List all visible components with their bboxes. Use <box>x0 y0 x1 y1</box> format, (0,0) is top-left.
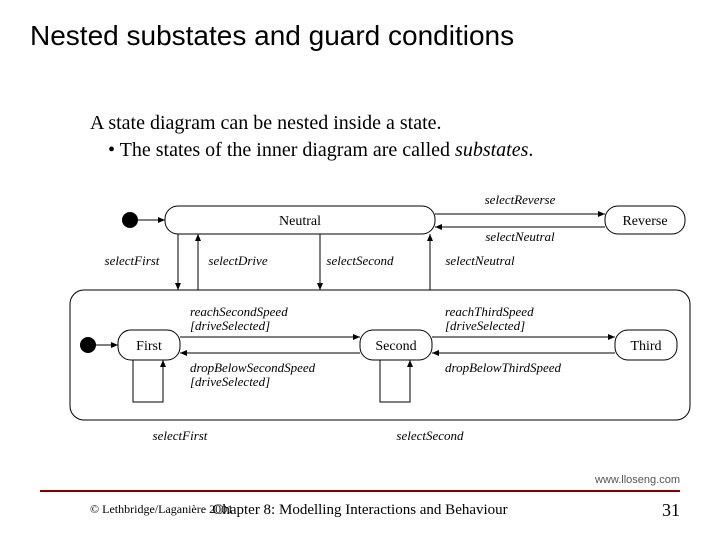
trans-select-second-label: selectSecond <box>326 253 394 268</box>
body-line-1: A state diagram can be nested inside a s… <box>90 110 533 137</box>
slide-title: Nested substates and guard conditions <box>30 20 514 52</box>
state-third-label: Third <box>630 339 661 354</box>
trans-select-neutral-label: selectNeutral <box>445 253 515 268</box>
trans-reach-second-l1: reachSecondSpeed <box>190 304 288 319</box>
bullet-text-b: substates <box>455 139 528 161</box>
state-diagram: Neutral Reverse selectReverse selectNeut… <box>60 180 700 450</box>
trans-drop-third-l1: dropBelowThirdSpeed <box>445 360 562 375</box>
trans-reach-third-l2: [driveSelected] <box>445 318 525 333</box>
footer-url: www.lloseng.com <box>595 474 680 486</box>
bullet-text-a: • The states of the inner diagram are ca… <box>108 139 455 161</box>
body-text: A state diagram can be nested inside a s… <box>90 110 533 164</box>
initial-node-inner <box>80 337 96 353</box>
body-bullet-1: • The states of the inner diagram are ca… <box>108 137 533 164</box>
state-neutral-label: Neutral <box>279 214 321 229</box>
initial-node-outer <box>122 212 138 228</box>
state-reverse-label: Reverse <box>622 214 667 229</box>
state-second-label: Second <box>375 339 416 354</box>
loop-first <box>133 360 163 402</box>
trans-select-reverse-label: selectReverse <box>485 192 556 207</box>
loop-first-label: selectFirst <box>153 428 208 443</box>
trans-drop-second-l2: [driveSelected] <box>190 374 270 389</box>
footer-page-number: 31 <box>662 500 680 521</box>
state-first-label: First <box>136 339 162 354</box>
footer-divider <box>40 490 680 492</box>
footer-chapter: Chapter 8: Modelling Interactions and Be… <box>0 502 720 519</box>
trans-drop-second-l1: dropBelowSecondSpeed <box>190 360 316 375</box>
trans-select-first-label: selectFirst <box>105 253 160 268</box>
loop-second-label: selectSecond <box>396 428 464 443</box>
trans-reach-second-l2: [driveSelected] <box>190 318 270 333</box>
bullet-text-c: . <box>528 139 533 161</box>
trans-select-drive-label: selectDrive <box>208 253 267 268</box>
loop-second <box>380 360 410 402</box>
trans-select-neutral-rev-label: selectNeutral <box>485 229 555 244</box>
trans-reach-third-l1: reachThirdSpeed <box>445 304 534 319</box>
